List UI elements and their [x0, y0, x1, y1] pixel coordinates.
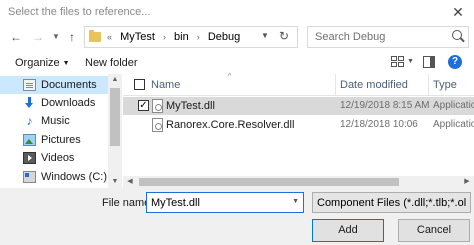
sidebar-item-downloads[interactable]: Downloads [0, 94, 108, 112]
search-placeholder: Search Debug [315, 31, 386, 43]
sidebar-item-label: Downloads [41, 97, 96, 109]
file-name: MyTest.dll [166, 100, 215, 112]
search-icon [452, 30, 462, 40]
column-header-date-modified[interactable]: Date modified [340, 79, 408, 91]
scroll-thumb[interactable] [110, 88, 120, 146]
videos-icon [23, 152, 36, 164]
sidebar-item-music[interactable]: ♪ Music [0, 112, 108, 130]
dll-file-icon [152, 99, 163, 113]
table-row[interactable]: Ranorex.Core.Resolver.dll 12/18/2018 10:… [123, 116, 474, 134]
file-name-value: MyTest.dll [151, 197, 200, 209]
file-name-field[interactable]: MyTest.dll ▼ [146, 192, 304, 213]
sidebar-item-label: Windows (C:) [41, 171, 108, 183]
breadcrumb-overflow[interactable]: « [107, 32, 112, 42]
chevron-down-icon[interactable]: ▼ [292, 198, 299, 205]
downloads-icon [23, 97, 36, 109]
close-icon[interactable]: ✕ [442, 0, 474, 24]
window-title: Select the files to reference... [8, 6, 151, 18]
column-header-name[interactable]: Name [151, 79, 180, 91]
pictures-icon [23, 134, 36, 146]
dll-file-icon [152, 118, 163, 132]
music-icon: ♪ [26, 114, 33, 128]
column-divider[interactable] [428, 74, 429, 96]
breadcrumb: « MyTest › bin › Debug [105, 31, 243, 43]
preview-pane-icon[interactable] [423, 56, 435, 68]
column-divider[interactable] [335, 74, 336, 96]
sidebar-item-videos[interactable]: Videos [0, 149, 108, 167]
folder-icon [89, 30, 101, 42]
sidebar-item-label: Music [41, 115, 70, 127]
organize-label: Organize [15, 57, 60, 69]
sidebar-item-documents[interactable]: Documents [0, 76, 108, 94]
recent-locations-chevron-icon[interactable]: ▼ [48, 29, 64, 45]
cancel-button[interactable]: Cancel [398, 219, 470, 242]
change-view-icon[interactable]: ▼ [391, 56, 414, 68]
address-bar[interactable]: « MyTest › bin › Debug ▼ ↻ [84, 26, 298, 48]
scroll-thumb[interactable] [139, 178, 399, 186]
horizontal-scrollbar[interactable]: ◀ ▶ [123, 176, 474, 188]
breadcrumb-item-bin[interactable]: bin [174, 31, 189, 43]
file-date-modified: 12/18/2018 10:06 [340, 119, 418, 130]
chevron-down-icon: ▼ [62, 59, 70, 67]
breadcrumb-item-debug[interactable]: Debug [208, 31, 240, 43]
help-icon[interactable]: ? [448, 55, 462, 69]
sort-chevron-up-icon: ^ [228, 73, 232, 80]
command-bar: Organize ▼ New folder ▼ ? [0, 52, 474, 74]
navigation-pane: Documents Downloads ♪ Music Pictures Vid… [0, 74, 122, 188]
drive-icon [23, 171, 36, 183]
file-type-filter-select[interactable]: Component Files (*.dll;*.tlb;*.ol [312, 192, 471, 213]
sidebar-item-label: Documents [41, 79, 97, 91]
sidebar-item-pictures[interactable]: Pictures [0, 131, 108, 149]
file-type: Applicatio [433, 100, 474, 111]
file-date-modified: 12/19/2018 8:15 AM [340, 100, 430, 111]
new-folder-button[interactable]: New folder [85, 57, 138, 69]
navigation-bar: ← → ▼ ↑ « MyTest › bin › Debug ▼ ↻ Searc… [0, 26, 474, 48]
address-chevron-down-icon[interactable]: ▼ [261, 31, 269, 40]
breadcrumb-separator[interactable]: › [197, 32, 200, 42]
breadcrumb-separator[interactable]: › [163, 32, 166, 42]
add-button[interactable]: Add [312, 219, 384, 242]
column-header-type[interactable]: Type [433, 79, 457, 91]
scroll-down-icon[interactable]: ▼ [108, 176, 122, 188]
scroll-up-icon[interactable]: ▲ [108, 74, 122, 86]
sidebar-item-label: Videos [41, 152, 75, 164]
sidebar-item-windows-c[interactable]: Windows (C:) [0, 168, 108, 186]
title-bar: Select the files to reference... ✕ [0, 0, 474, 24]
forward-arrow-icon[interactable]: → [30, 29, 46, 45]
documents-icon [23, 79, 36, 91]
row-checkbox[interactable] [138, 100, 149, 111]
organize-button[interactable]: Organize ▼ [15, 57, 70, 69]
refresh-icon[interactable]: ↻ [279, 29, 289, 43]
file-name: Ranorex.Core.Resolver.dll [166, 119, 295, 131]
search-input[interactable]: Search Debug [307, 26, 469, 48]
sidebar-item-label: Pictures [41, 134, 81, 146]
scroll-left-icon[interactable]: ◀ [123, 176, 137, 188]
file-type: Applicatio [433, 119, 474, 130]
file-list: ^ Name Date modified Type MyTest.dll 12/… [123, 73, 474, 188]
column-header-row: ^ Name Date modified Type [123, 73, 474, 96]
table-row[interactable]: MyTest.dll 12/19/2018 8:15 AM Applicatio [123, 97, 474, 115]
dialog-footer: File name: MyTest.dll ▼ Component Files … [0, 188, 474, 245]
navigation-scrollbar[interactable]: ▲ ▼ [108, 74, 122, 188]
breadcrumb-item-mytest[interactable]: MyTest [120, 31, 155, 43]
scroll-right-icon[interactable]: ▶ [460, 176, 474, 188]
file-type-filter-value: Component Files (*.dll;*.tlb;*.ol [317, 197, 467, 209]
select-all-checkbox[interactable] [134, 79, 145, 90]
back-arrow-icon[interactable]: ← [8, 29, 24, 45]
up-arrow-icon[interactable]: ↑ [64, 29, 80, 45]
